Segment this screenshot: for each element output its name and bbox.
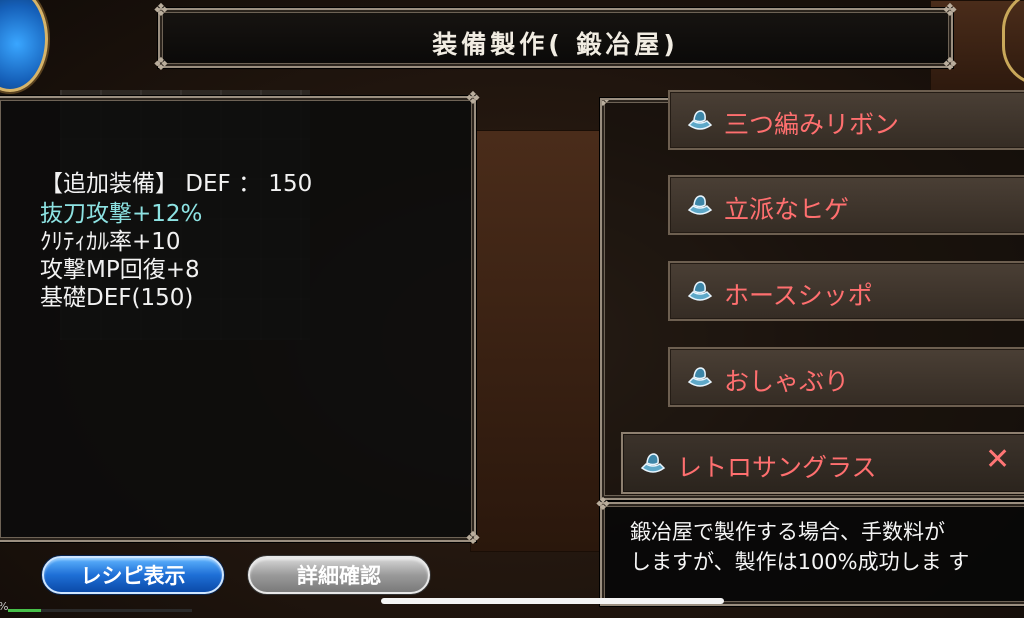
- additional-equipment-header: 【追加装備】 DEF ： 150: [40, 171, 313, 197]
- recipe-list-item[interactable]: 立派なヒゲ: [668, 175, 1024, 235]
- selected-recipe-item[interactable]: レトロサングラス ✕: [621, 432, 1024, 494]
- frame-corner-ornament: ❖: [152, 0, 170, 21]
- frame-corner-ornament: ❖: [594, 494, 612, 515]
- frame-corner-ornament: ❖: [602, 100, 614, 112]
- message-panel: ❖ 鍛冶屋で製作する場合、手数料が しますが、製作は100%成功しま す: [595, 494, 1024, 606]
- page-title: 装備製作( 鍛冶屋): [432, 30, 679, 59]
- recipe-list-item[interactable]: 三つ編みリボン: [668, 90, 1024, 150]
- recipe-list-item-label: 立派なヒゲ: [724, 195, 850, 224]
- progress-gauge-fill: [8, 609, 42, 612]
- blacksmith-hat-icon: [687, 110, 713, 130]
- close-icon[interactable]: ✕: [985, 442, 1010, 477]
- recipe-list-item[interactable]: ホースシッポ: [668, 261, 1024, 321]
- blacksmith-hat-icon: [640, 453, 666, 473]
- recipe-list-item-label: 三つ編みリボン: [724, 110, 900, 139]
- stat-line: 基礎DEF(150): [40, 285, 194, 311]
- frame-corner-ornament: ❖: [464, 88, 482, 109]
- recipe-list-item-label: おしゃぶり: [724, 367, 850, 396]
- back-round-button[interactable]: る: [0, 0, 48, 92]
- frame-corner-ornament: ❖: [941, 0, 959, 21]
- frame-corner-ornament: ❖: [464, 528, 482, 549]
- equipment-detail-panel: ❖ ❖ 【追加装備】 DEF ： 150 抜刀攻撃+12% ｸﾘﾃｨｶﾙ率+10…: [0, 88, 481, 549]
- show-recipe-button[interactable]: レシピ表示: [42, 556, 224, 594]
- blacksmith-hat-icon: [687, 281, 713, 301]
- recipe-list-item[interactable]: おしゃぶり: [668, 347, 1024, 407]
- blacksmith-hat-icon: [687, 367, 713, 387]
- selected-recipe-label: レトロサングラス: [677, 453, 877, 482]
- home-indicator[interactable]: [381, 598, 724, 604]
- message-text-line: しますが、製作は100%成功しま す: [630, 550, 970, 574]
- progress-gauge: [8, 609, 192, 612]
- message-text-line: 鍛冶屋で製作する場合、手数料が: [630, 520, 945, 544]
- detail-confirm-button[interactable]: 詳細確認: [248, 556, 430, 594]
- recipe-list-item-label: ホースシッポ: [724, 281, 873, 310]
- background-shelf: [470, 130, 602, 552]
- blacksmith-hat-icon: [687, 195, 713, 215]
- title-bar: ❖ ❖ ❖ ❖ 装備製作( 鍛冶屋): [153, 0, 958, 75]
